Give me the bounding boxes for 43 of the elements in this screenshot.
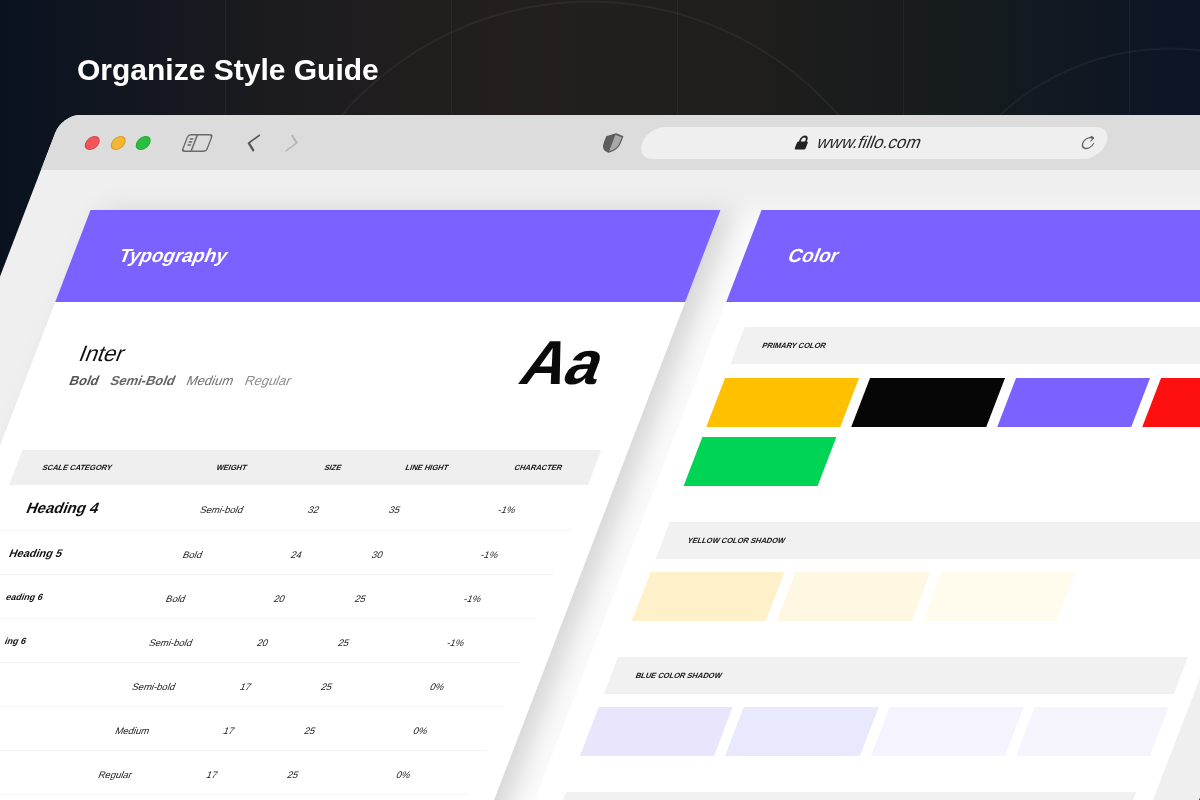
- table-cell: Bold: [181, 548, 205, 560]
- table-cell: Heading 5: [7, 546, 65, 559]
- table-cell: 20: [255, 636, 271, 648]
- table-cell: 25: [336, 636, 352, 648]
- table-cell: 17: [221, 724, 237, 736]
- font-sample: Aa: [512, 332, 614, 394]
- table-cell: Bold: [164, 592, 188, 604]
- table-cell: 32: [306, 503, 322, 515]
- table-cell: Semi-bold: [147, 636, 195, 648]
- font-weight-label: Regular: [242, 373, 294, 389]
- table-cell: -1%: [462, 592, 484, 604]
- card-title: Color: [784, 245, 843, 267]
- page-title: Organize Style Guide: [77, 52, 379, 88]
- table-cell: Regular: [96, 768, 135, 780]
- font-name: Inter: [75, 341, 130, 367]
- table-cell: 0%: [394, 768, 413, 780]
- font-weight-label: Medium: [184, 373, 237, 389]
- table-cell: 20: [272, 592, 288, 604]
- table-cell: eading 6: [4, 591, 46, 602]
- table-cell: 24: [289, 548, 305, 560]
- table-cell: 25: [285, 768, 301, 780]
- card-title: Typography: [115, 245, 232, 267]
- table-cell: Semi-bold: [198, 503, 246, 515]
- font-weight-label: Bold: [66, 373, 102, 389]
- table-cell: Heading 4: [24, 499, 103, 516]
- lock-icon: [793, 135, 811, 150]
- table-cell: -1%: [496, 503, 518, 515]
- table-cell: Semi-bold: [130, 680, 178, 692]
- table-cell: 17: [204, 768, 220, 780]
- table-cell: 25: [302, 724, 318, 736]
- table-cell: 30: [370, 548, 386, 560]
- table-cell: 35: [387, 503, 403, 515]
- table-cell: -1%: [479, 548, 501, 560]
- table-cell: Medium: [113, 724, 152, 736]
- table-cell: 0%: [428, 680, 447, 692]
- table-cell: 25: [319, 680, 335, 692]
- sidebar-icon[interactable]: [180, 133, 214, 152]
- font-weight-label: Semi-Bold: [107, 373, 179, 389]
- table-cell: -1%: [445, 636, 467, 648]
- table-cell: 17: [238, 680, 254, 692]
- table-cell: ing 6: [3, 635, 29, 646]
- table-cell: 0%: [411, 724, 430, 736]
- table-cell: 25: [353, 592, 369, 604]
